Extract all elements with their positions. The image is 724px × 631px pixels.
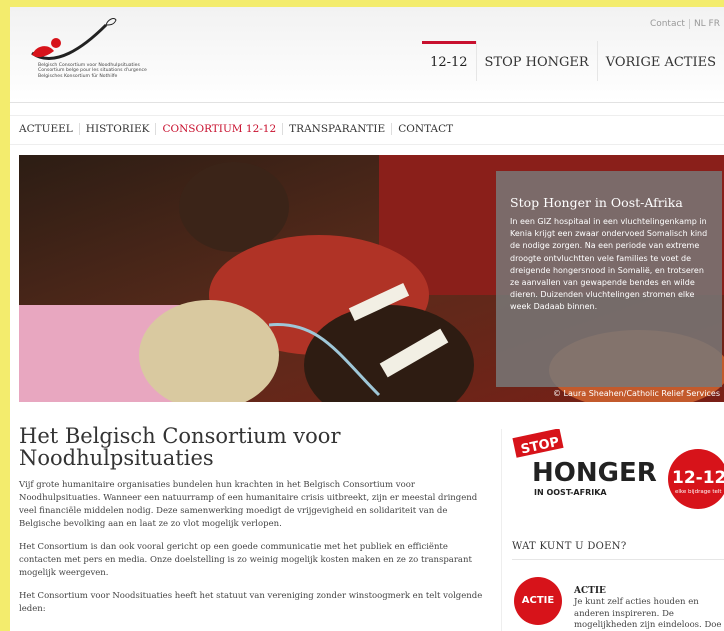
main-nav-12-12[interactable]: 12-12: [422, 41, 476, 81]
language-switch[interactable]: NL FR: [688, 19, 724, 29]
sidebar-divider: [512, 559, 724, 560]
sub-nav-historiek[interactable]: HISTORIEK: [78, 123, 156, 135]
banner-region: IN OOST-AFRIKA: [534, 488, 607, 497]
sub-nav-transparantie[interactable]: TRANSPARANTIE: [282, 123, 391, 135]
sub-nav: ACTUEEL HISTORIEK CONSORTIUM 12-12 TRANS…: [10, 115, 724, 145]
hero-banner: Stop Honger in Oost-Afrika In een GIZ ho…: [19, 155, 724, 402]
hero-caption: Stop Honger in Oost-Afrika In een GIZ ho…: [496, 171, 722, 387]
actie-title[interactable]: ACTIE: [574, 586, 606, 596]
actie-text: Je kunt zelf acties houden en anderen in…: [574, 597, 722, 630]
contact-link[interactable]: Contact: [646, 19, 689, 29]
site-header: Belgisch Consortium voor Noodhulpsituati…: [10, 7, 724, 103]
page: Belgisch Consortium voor Noodhulpsituati…: [10, 7, 724, 631]
members-paragraph: Het Consortium voor Noodsituaties heeft …: [19, 591, 483, 614]
hero-text: In een GIZ hospitaal in een vluchtelinge…: [510, 217, 708, 312]
sidebar-heading: WAT KUNT U DOEN?: [512, 541, 627, 552]
intro-paragraph: Vijf grote humanitaire organisaties bund…: [19, 480, 478, 529]
hero-title: Stop Honger in Oost-Afrika: [510, 195, 683, 210]
main-nav-vorige-acties[interactable]: VORIGE ACTIES: [596, 41, 724, 81]
logo-line: Belgisches Konsortium für Nothilfe: [38, 73, 118, 79]
main-content: Het Belgisch Consortium voor Noodhulpsit…: [19, 425, 489, 616]
banner-tagline: elke bijdrage telt: [675, 489, 722, 495]
logo-flag: [105, 18, 117, 26]
sidebar: STOP HONGER IN OOST-AFRIKA 12-12 elke bi…: [501, 429, 724, 631]
photo-credit: © Laura Sheahen/Catholic Relief Services: [553, 389, 720, 398]
communication-paragraph: Het Consortium is dan ook vooral gericht…: [19, 542, 472, 578]
logo-figure: [32, 46, 54, 58]
sub-nav-contact[interactable]: CONTACT: [391, 123, 459, 135]
utility-links: Contact NL FR: [646, 19, 724, 29]
banner-honger: HONGER: [532, 458, 657, 488]
main-nav: 12-12 STOP HONGER VORIGE ACTIES: [422, 41, 724, 81]
page-title: Het Belgisch Consortium voor Noodhulpsit…: [19, 424, 341, 470]
actie-badge[interactable]: ACTIE: [514, 577, 562, 625]
logo-text: Belgisch Consortium voor Noodhulpsituati…: [38, 63, 147, 79]
main-nav-stop-honger[interactable]: STOP HONGER: [475, 41, 597, 81]
sub-nav-actueel[interactable]: ACTUEEL: [19, 123, 79, 135]
logo-dot: [51, 38, 61, 48]
sub-nav-consortium[interactable]: CONSORTIUM 12-12: [155, 123, 282, 135]
banner-number: 12-12: [672, 468, 724, 488]
stop-honger-banner[interactable]: STOP HONGER IN OOST-AFRIKA 12-12 elke bi…: [506, 429, 724, 509]
